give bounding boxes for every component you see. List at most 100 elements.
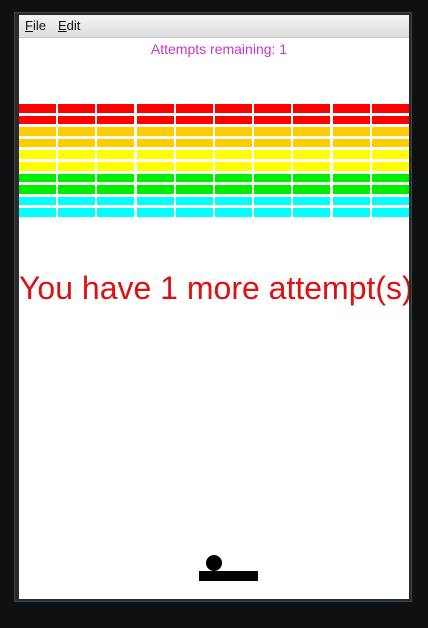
brick	[136, 185, 174, 194]
brick	[136, 115, 174, 125]
brick	[19, 196, 56, 206]
brick	[254, 115, 292, 125]
brick	[215, 150, 252, 159]
brick	[293, 104, 331, 113]
brick	[215, 196, 252, 206]
brick	[19, 208, 56, 217]
brick	[254, 173, 292, 183]
brick	[97, 196, 135, 206]
brick	[332, 185, 370, 194]
brick	[58, 115, 96, 125]
brick	[19, 173, 56, 183]
game-window: File Edit Attempts remaining: 1 You have…	[14, 12, 412, 602]
brick	[215, 127, 252, 136]
brick	[175, 208, 213, 217]
edit-label-rest: dit	[66, 18, 81, 33]
brick	[293, 138, 331, 148]
edit-mnemonic: E	[57, 18, 67, 33]
brick	[136, 104, 174, 113]
brick	[58, 208, 96, 217]
brick	[215, 104, 252, 113]
ball	[206, 555, 222, 571]
brick	[175, 115, 213, 125]
file-mnemonic: F	[25, 18, 33, 33]
menu-bar: File Edit	[19, 15, 409, 38]
brick	[215, 185, 252, 194]
brick	[175, 162, 213, 171]
brick	[254, 196, 292, 206]
brick	[254, 208, 292, 217]
attempt-message: You have 1 more attempt(s)	[19, 270, 409, 306]
brick	[58, 138, 96, 148]
brick	[332, 138, 370, 148]
brick	[58, 104, 96, 113]
brick	[371, 150, 409, 159]
brick	[58, 185, 96, 194]
brick	[254, 162, 292, 171]
brick	[215, 208, 252, 217]
brick	[58, 173, 96, 183]
brick	[136, 138, 174, 148]
brick	[136, 127, 174, 136]
brick	[19, 138, 56, 148]
brick	[19, 115, 56, 125]
brick	[293, 173, 331, 183]
brick	[215, 162, 252, 171]
brick	[293, 162, 331, 171]
brick	[175, 185, 213, 194]
brick	[293, 115, 331, 125]
brick	[371, 173, 409, 183]
brick	[332, 127, 370, 136]
brick	[254, 104, 292, 113]
brick	[371, 162, 409, 171]
brick	[97, 115, 135, 125]
brick	[332, 208, 370, 217]
brick	[254, 185, 292, 194]
brick	[19, 127, 56, 136]
paddle[interactable]	[199, 571, 258, 581]
brick	[371, 138, 409, 148]
attempts-remaining-label: Attempts remaining: 1	[150, 41, 288, 57]
brick	[332, 162, 370, 171]
brick	[293, 127, 331, 136]
brick	[19, 162, 56, 171]
brick	[371, 104, 409, 113]
brick	[332, 150, 370, 159]
brick	[254, 150, 292, 159]
brick	[332, 115, 370, 125]
brick	[136, 150, 174, 159]
brick	[371, 115, 409, 125]
brick	[215, 173, 252, 183]
brick	[136, 173, 174, 183]
brick	[371, 127, 409, 136]
brick	[175, 104, 213, 113]
brick	[97, 173, 135, 183]
brick	[136, 162, 174, 171]
brick	[293, 208, 331, 217]
brick	[97, 150, 135, 159]
brick	[215, 115, 252, 125]
brick	[332, 173, 370, 183]
brick	[58, 162, 96, 171]
brick	[175, 127, 213, 136]
brick	[97, 208, 135, 217]
menu-edit[interactable]: Edit	[52, 15, 86, 37]
brick	[371, 185, 409, 194]
brick	[175, 150, 213, 159]
brick	[371, 196, 409, 206]
game-canvas[interactable]: Attempts remaining: 1 You have 1 more at…	[19, 38, 409, 599]
brick	[293, 196, 331, 206]
brick	[97, 127, 135, 136]
brick	[97, 185, 135, 194]
brick	[175, 138, 213, 148]
brick	[332, 196, 370, 206]
brick	[136, 196, 174, 206]
menu-file[interactable]: File	[19, 15, 52, 37]
brick	[58, 150, 96, 159]
brick	[371, 208, 409, 217]
brick	[97, 104, 135, 113]
file-label-rest: ile	[32, 18, 46, 33]
brick	[175, 196, 213, 206]
brick	[175, 173, 213, 183]
brick	[97, 138, 135, 148]
